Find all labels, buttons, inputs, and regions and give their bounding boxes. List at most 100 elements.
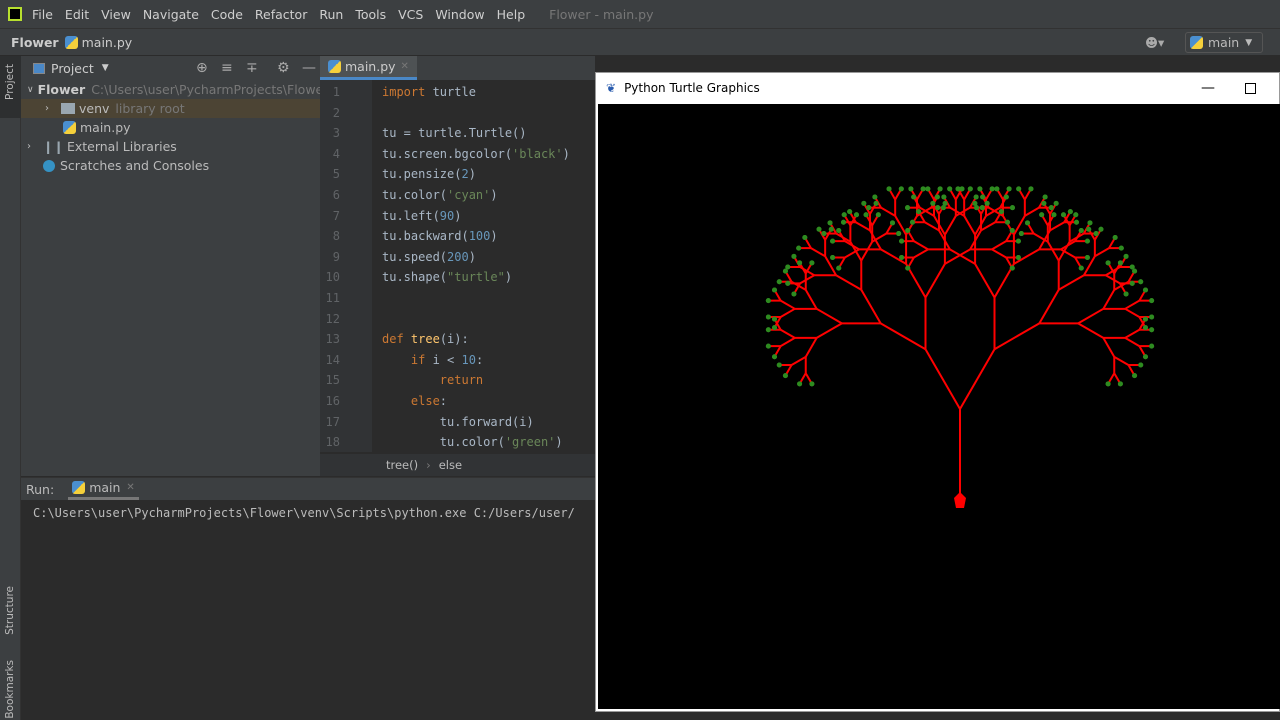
breadcrumb-project[interactable]: Flower — [11, 35, 59, 50]
code-editor[interactable]: main.py ✕ 1 2 3 4 5 6 7 8 9 10 11 12 13 14 15 16 17 18 im… — [320, 56, 595, 476]
project-view-select[interactable]: Project — [51, 61, 94, 76]
tree-leaf — [940, 205, 946, 211]
tree-item-main-py[interactable]: main.py — [21, 118, 320, 137]
menu-tools[interactable]: Tools — [355, 7, 386, 22]
breadcrumb-function[interactable]: tree() — [386, 458, 418, 472]
project-tool-tab[interactable]: Project — [4, 64, 16, 100]
code-token: tu.speed( — [382, 249, 448, 264]
menu-help[interactable]: Help — [497, 7, 526, 22]
user-icon[interactable]: ☻▾ — [1145, 35, 1164, 50]
expand-all-icon[interactable]: ≡ — [221, 60, 233, 76]
tree-leaf — [908, 186, 914, 192]
tree-leaf — [905, 265, 911, 271]
tree-leaf — [911, 194, 917, 200]
structure-tool-tab[interactable]: Structure — [4, 586, 16, 635]
code-token: ) — [490, 229, 498, 244]
code-token: i < — [425, 352, 462, 367]
close-icon[interactable]: ✕ — [126, 482, 134, 493]
breadcrumb-file[interactable]: main.py — [82, 35, 133, 50]
tree-branch — [780, 307, 796, 318]
minimize-button[interactable]: — — [1201, 80, 1215, 96]
tree-leaf — [1149, 314, 1155, 320]
tree-branch — [780, 328, 796, 339]
tree-leaf — [1009, 205, 1015, 211]
code-line: tu.forward(i) — [382, 412, 570, 433]
breadcrumb-block[interactable]: else — [439, 458, 462, 472]
chevron-down-icon[interactable]: ▼ — [102, 63, 109, 73]
tree-leaf — [816, 226, 822, 232]
tree-leaf — [1060, 212, 1066, 218]
menu-bar: File Edit View Navigate Code Refactor Run Tools… — [0, 0, 1280, 28]
tree-leaf — [920, 186, 926, 192]
code-line: def tree(i): — [382, 329, 570, 350]
hide-icon[interactable]: — — [302, 60, 316, 76]
tree-branch — [844, 240, 860, 251]
menu-file[interactable]: File — [32, 7, 53, 22]
line-number: 10 — [325, 270, 340, 285]
menu-edit[interactable]: Edit — [65, 7, 89, 22]
menu-view[interactable]: View — [101, 7, 131, 22]
tree-item-flower[interactable]: ∨ Flower C:\Users\user\PycharmProjects\F… — [21, 80, 328, 99]
tree-leaf — [1009, 265, 1015, 271]
tree-branch — [974, 263, 996, 298]
tree-branch — [799, 266, 815, 277]
code-token: : — [475, 352, 484, 367]
locate-icon[interactable]: ⊕ — [196, 60, 208, 76]
tree-branch — [860, 289, 882, 324]
project-panel: Project ▼ ⊕ ≡ ∓ ⚙ — ∨ Flower C:\Users\us… — [21, 56, 328, 476]
tree-leaf — [1015, 238, 1021, 244]
tree-branch — [980, 221, 996, 232]
gear-icon[interactable]: ⚙ — [277, 60, 290, 76]
menu-code[interactable]: Code — [211, 7, 243, 22]
tree-leaf — [791, 253, 797, 259]
code-line: return — [382, 370, 570, 391]
code-token: tu.shape( — [382, 270, 448, 285]
tree-leaf — [861, 200, 867, 206]
tree-leaf — [984, 200, 990, 206]
menu-vcs[interactable]: VCS — [398, 7, 423, 22]
run-tab-main[interactable]: main ✕ — [68, 478, 139, 500]
python-file-icon — [64, 35, 78, 49]
code-token: import — [382, 85, 426, 99]
line-gutter: 1 2 3 4 5 6 7 8 9 10 11 12 13 14 15 16 17 18 — [320, 80, 372, 452]
tree-item-external-libraries[interactable]: › ❙❙ External Libraries — [21, 137, 320, 156]
tree-leaf — [830, 238, 836, 244]
menu-window[interactable]: Window — [435, 7, 484, 22]
tree-leaf — [797, 260, 803, 266]
bookmarks-tool-tab[interactable]: Bookmarks — [4, 660, 16, 719]
menu-navigate[interactable]: Navigate — [143, 7, 199, 22]
run-config-select[interactable]: main ▼ — [1185, 32, 1263, 53]
tree-item-venv[interactable]: › venv library root — [21, 99, 320, 118]
tree-branch — [924, 348, 961, 410]
tab-main-py[interactable]: main.py ✕ — [320, 56, 417, 80]
code-token: ) — [562, 146, 570, 161]
tree-leaf — [973, 194, 979, 200]
console-output[interactable]: C:\Users\user\PycharmProjects\Flower\ven… — [21, 500, 595, 526]
tree-leaf — [1098, 226, 1104, 232]
tree-leaf — [802, 234, 808, 240]
tree-leaf — [841, 219, 847, 225]
tree-leaf — [772, 354, 778, 360]
close-icon[interactable]: ✕ — [401, 61, 409, 72]
tree-branch — [1024, 206, 1040, 217]
collapse-all-icon[interactable]: ∓ — [246, 60, 258, 76]
line-number: 6 — [332, 187, 340, 202]
tree-branch — [799, 274, 815, 285]
tree-item-scratches[interactable]: Scratches and Consoles — [21, 156, 320, 175]
code-breadcrumb: tree() › else — [320, 454, 595, 476]
code-token: tu = turtle.Turtle() — [382, 126, 527, 141]
tree-leaf — [1087, 220, 1093, 226]
python-file-icon — [328, 60, 341, 73]
line-number: 9 — [332, 249, 340, 264]
tree-leaf — [886, 186, 892, 192]
run-panel: Run: main ✕ C:\Users\user\PycharmProject… — [21, 477, 595, 720]
menu-refactor[interactable]: Refactor — [255, 7, 307, 22]
menu-run[interactable]: Run — [319, 7, 343, 22]
tree-leaf — [830, 255, 836, 261]
tree-leaf — [1112, 234, 1118, 240]
maximize-button[interactable] — [1245, 82, 1256, 94]
tree-leaf — [1132, 373, 1138, 379]
code-content[interactable]: import turtle tu = turtle.Turtle() tu.scre… — [382, 82, 570, 453]
tree-branch — [804, 337, 818, 358]
